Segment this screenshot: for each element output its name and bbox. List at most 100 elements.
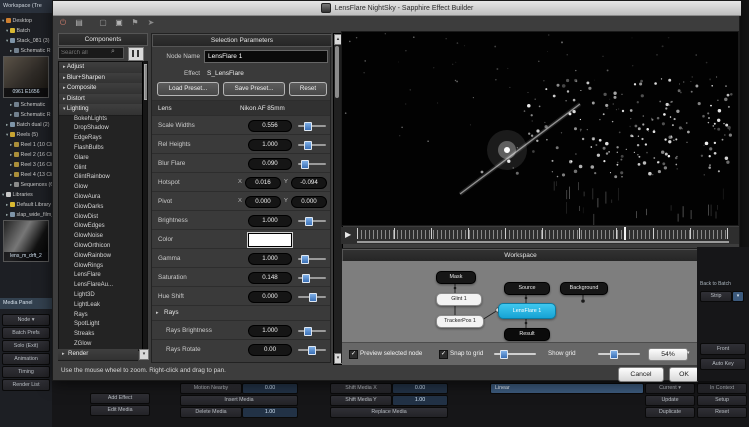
clip-thumbnail[interactable]: lens_m_drft_2 [3, 220, 49, 262]
node-mask[interactable]: Mask [436, 271, 476, 284]
effect-item-lensflare[interactable]: LensFlare [59, 271, 148, 281]
param-slider[interactable] [298, 296, 326, 298]
node-result[interactable]: Result [504, 328, 550, 341]
effect-item-dropshadow[interactable]: DropShadow [59, 124, 148, 134]
effect-item-edgerays[interactable]: EdgeRays [59, 134, 148, 144]
batch-field-100[interactable]: 1.00 [392, 395, 448, 406]
node-lensflare-1[interactable]: LensFlare 1 [498, 303, 556, 319]
batch-button-autokey[interactable]: Auto Key [700, 358, 746, 370]
effect-item-glare[interactable]: Glare [59, 154, 148, 164]
batch-button-soloexit[interactable]: Solo (Exit) [2, 340, 50, 352]
batch-button-renderlist[interactable]: Render List [2, 379, 50, 391]
effect-item-light3d[interactable]: Light3D [59, 291, 148, 301]
param-slider[interactable] [298, 144, 326, 146]
effect-item-glownoise[interactable]: GlowNoise [59, 232, 148, 242]
zoom-slider[interactable] [598, 353, 640, 355]
dialog-titlebar[interactable]: LensFlare NightSky - Sapphire Effect Bui… [53, 1, 741, 16]
batch-field-replacemedia[interactable]: Replace Media [330, 407, 448, 418]
scrollbar-thumb[interactable] [144, 64, 149, 100]
category-render[interactable]: ▸Render [58, 349, 138, 361]
node-source[interactable]: Source [504, 282, 550, 295]
media-panel-strip[interactable]: Media Panel [0, 298, 55, 309]
x-value-field[interactable]: 0.016 [245, 177, 281, 189]
slider-handle[interactable] [304, 122, 312, 131]
slider-handle[interactable] [301, 160, 309, 169]
value-field[interactable]: 0.090 [248, 158, 292, 170]
tree-item-defaultlibrary[interactable]: ▸ Default Library [0, 200, 58, 210]
save-preset-button[interactable]: Save Preset... [223, 82, 285, 96]
load-preset-button[interactable]: Load Preset... [157, 82, 219, 96]
preview-selected-checkbox[interactable]: ✓ [349, 350, 358, 359]
power-icon[interactable]: ⏻ [57, 17, 69, 29]
batch-button-duplicate[interactable]: Duplicate [645, 407, 695, 418]
slider-handle[interactable] [304, 141, 312, 150]
grid-size-slider[interactable] [494, 353, 536, 355]
batch-field-100[interactable]: 1.00 [242, 407, 298, 418]
timeline-scrollbar[interactable] [357, 241, 729, 243]
batch-field-000[interactable]: 0.00 [392, 383, 448, 394]
node-name-input[interactable] [204, 50, 328, 63]
effect-item-rays[interactable]: Rays [59, 311, 148, 321]
slider-handle[interactable] [304, 327, 312, 336]
batch-button-node[interactable]: Node ▾ [2, 314, 50, 326]
x-value-field[interactable]: 0.000 [245, 196, 281, 208]
effect-item-bokehlights[interactable]: BokehLights [59, 115, 148, 125]
value-field[interactable]: 0.00 [248, 344, 292, 356]
batch-field-linear[interactable]: Linear [490, 383, 644, 394]
param-slider[interactable] [298, 330, 326, 332]
batch-button-front[interactable]: Front [700, 343, 746, 355]
param-slider[interactable] [298, 277, 326, 279]
batch-field-shiftmediax[interactable]: Shift Media X [330, 383, 392, 394]
effect-item-glowdist[interactable]: GlowDist [59, 213, 148, 223]
node-graph-canvas[interactable]: MaskGlint 1TrackerPos 1SourceLensFlare 1… [342, 261, 699, 342]
batch-button-incontext[interactable]: In Context [697, 383, 747, 394]
slider-handle[interactable] [305, 217, 313, 226]
effect-item-glint[interactable]: Glint [59, 164, 148, 174]
batch-button-setup[interactable]: Setup [697, 395, 747, 406]
color-swatch[interactable] [248, 233, 292, 247]
effect-item-flashbulbs[interactable]: FlashBulbs [59, 144, 148, 154]
effect-item-gloworthicon[interactable]: GlowOrthicon [59, 242, 148, 252]
effect-item-lightleak[interactable]: LightLeak [59, 301, 148, 311]
view-toggle-button[interactable] [128, 47, 144, 61]
batch-field-000[interactable]: 0.00 [242, 383, 298, 394]
batch-button-addeffect[interactable]: Add Effect [90, 393, 150, 404]
batch-button-reset[interactable]: Reset [697, 407, 747, 418]
batch-field-insertmedia[interactable]: Insert Media [180, 395, 298, 406]
y-value-field[interactable]: -0.094 [291, 177, 327, 189]
batch-button-editmedia[interactable]: Edit Media [90, 405, 150, 416]
value-field[interactable]: 0.556 [248, 120, 292, 132]
preview-viewport[interactable] [341, 31, 739, 226]
effect-item-glowrainbow[interactable]: GlowRainbow [59, 252, 148, 262]
tree-item-libraries[interactable]: ▾ Libraries [0, 190, 54, 200]
save-setup-icon[interactable]: ▣ [113, 17, 125, 29]
param-slider[interactable] [298, 220, 326, 222]
zoom-percent-dropdown[interactable]: 54% [648, 348, 688, 361]
tree-item-slapwidefilm1[interactable]: ▸ slap_wide_film_1 [0, 210, 58, 220]
batch-button-current[interactable]: Current ▾ [645, 383, 695, 394]
tree-item-stack0813[interactable]: ▾ Stack_081 (3) [0, 36, 58, 46]
flag-icon[interactable]: ⚑ [129, 17, 141, 29]
value-field[interactable]: 0.148 [248, 272, 292, 284]
param-slider[interactable] [298, 163, 326, 165]
pan-icon[interactable]: ➤ [145, 17, 157, 29]
effect-item-glowrings[interactable]: GlowRings [59, 262, 148, 272]
playhead[interactable] [624, 227, 626, 240]
value-field[interactable]: 1.000 [248, 253, 292, 265]
cancel-button[interactable]: Cancel [618, 367, 664, 382]
lens-value[interactable]: Nikon AF 85mm [240, 105, 285, 112]
play-button[interactable]: ▶ [345, 229, 351, 240]
effect-item-streaks[interactable]: Streaks [59, 330, 148, 340]
components-scroll-down-button[interactable]: ▾ [139, 349, 149, 360]
effect-item-glowedges[interactable]: GlowEdges [59, 222, 148, 232]
batch-button-timing[interactable]: Timing [2, 366, 50, 378]
batch-button-batchprefs[interactable]: Batch Prefs [2, 327, 50, 339]
value-field[interactable]: 1.000 [248, 325, 292, 337]
tree-item-reels5[interactable]: ▾ Reels (5) [0, 130, 58, 140]
param-slider[interactable] [298, 349, 326, 351]
batch-field-motionnearby[interactable]: Motion Nearby [180, 383, 242, 394]
batch-button-update[interactable]: Update [645, 395, 695, 406]
node-glint-1[interactable]: Glint 1 [436, 293, 482, 306]
tree-item-desktop[interactable]: ▾ Desktop [0, 16, 54, 26]
effect-item-glowdarks[interactable]: GlowDarks [59, 203, 148, 213]
